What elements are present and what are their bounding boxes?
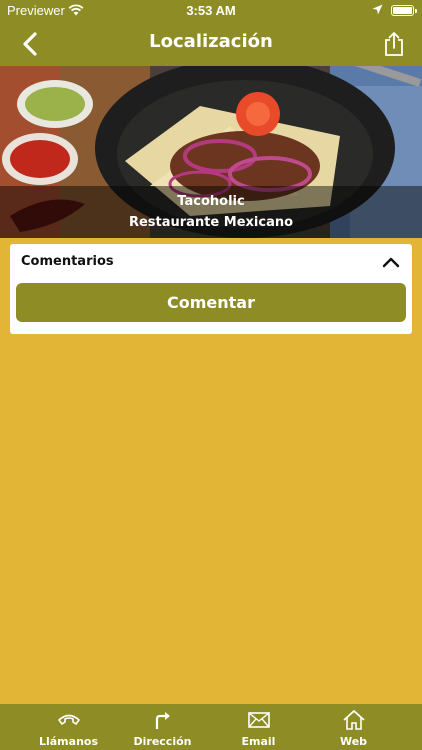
home-icon (342, 710, 365, 730)
restaurant-hero-image: Tacoholic Restaurante Mexicano (0, 66, 422, 238)
navigation-bar: Localización (0, 22, 422, 66)
turn-right-arrow-icon (155, 712, 170, 729)
comment-button[interactable]: Comentar (16, 283, 406, 322)
restaurant-subtitle: Restaurante Mexicano (128, 215, 294, 230)
tab-directions-label: Dirección (133, 735, 192, 748)
page-title: Localización (149, 31, 273, 52)
envelope-icon (247, 712, 270, 728)
tab-web[interactable]: Web (301, 704, 406, 750)
tab-email[interactable]: Email (206, 704, 311, 750)
comments-title: Comentarios (21, 254, 114, 269)
restaurant-caption: Tacoholic Restaurante Mexicano (0, 186, 422, 238)
tab-bar: Llámanos Dirección Email Web (0, 704, 422, 750)
phone-icon (57, 714, 80, 725)
status-bar: Previewer 3:53 AM (0, 0, 422, 22)
share-icon[interactable] (382, 31, 406, 57)
restaurant-name: Tacoholic (177, 194, 245, 209)
tab-call-label: Llámanos (38, 735, 99, 748)
location-arrow-icon (372, 4, 383, 15)
tab-directions[interactable]: Dirección (110, 704, 215, 750)
chevron-up-icon[interactable] (381, 253, 401, 271)
comments-card: Comentarios Comentar (10, 244, 412, 334)
tab-email-label: Email (241, 735, 276, 748)
battery-icon (391, 5, 417, 16)
tab-call[interactable]: Llámanos (16, 704, 121, 750)
tab-web-label: Web (339, 735, 368, 748)
clock: 3:53 AM (186, 3, 236, 18)
